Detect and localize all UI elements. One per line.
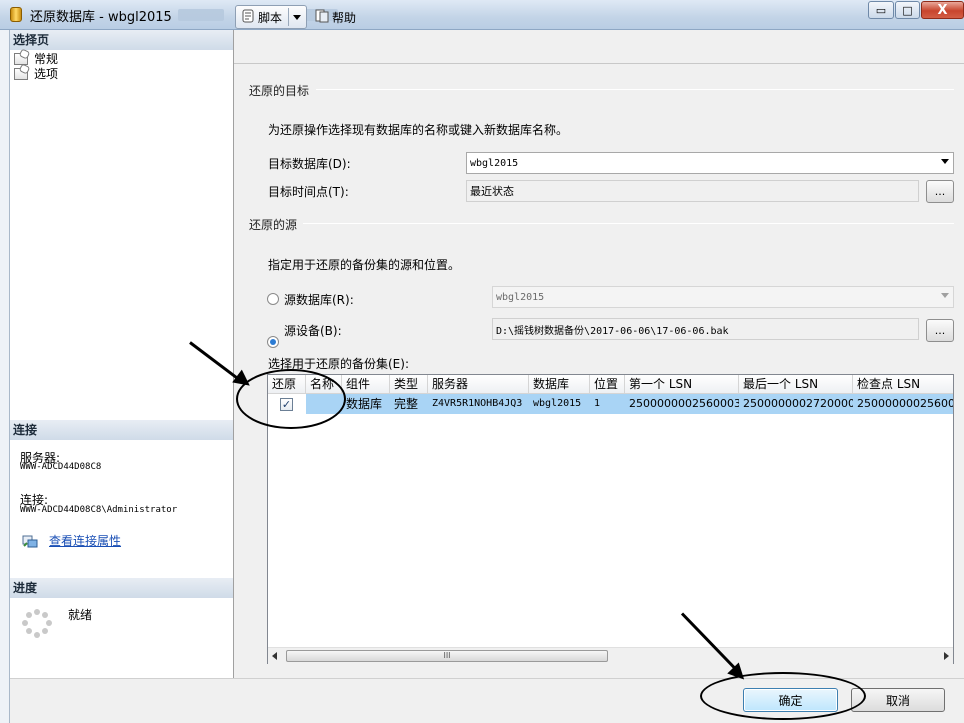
- divider: [303, 223, 954, 224]
- restore-target-title: 还原的目标: [249, 84, 310, 98]
- page-icon: [14, 52, 28, 65]
- toolbar: [234, 30, 964, 64]
- column-header-last-lsn[interactable]: 最后一个 LSN: [739, 375, 853, 394]
- column-header-database[interactable]: 数据库: [529, 375, 590, 394]
- cell-database: wbgl2015: [529, 394, 590, 414]
- source-database-radio[interactable]: [267, 293, 279, 305]
- source-device-value: D:\摇钱树数据备份\2017-06-06\17-06-06.bak: [496, 325, 729, 337]
- source-device-browse-button[interactable]: ...: [926, 319, 954, 342]
- cell-checkpoint-lsn: 25000000025600038: [853, 394, 953, 414]
- cell-type: 完整: [390, 394, 428, 414]
- source-database-value: wbgl2015: [496, 291, 545, 303]
- divider: [316, 89, 954, 90]
- target-database-value: wbgl2015: [470, 157, 519, 169]
- script-button[interactable]: 脚本: [235, 5, 307, 29]
- window-title: 还原数据库 - wbgl2015: [30, 10, 172, 25]
- source-device-radio[interactable]: [267, 336, 279, 348]
- help-label: 帮助: [332, 10, 357, 25]
- connection-value: WWW-ADCD44D08C8\Administrator: [20, 505, 178, 515]
- cell-last-lsn: 25000000027200001: [739, 394, 853, 414]
- minimize-icon: ▭: [875, 3, 887, 17]
- target-time-browse-button[interactable]: ...: [926, 180, 954, 203]
- source-device-label: 源设备(B):: [284, 324, 342, 338]
- cell-component: 数据库: [342, 394, 390, 414]
- help-icon: [314, 9, 330, 26]
- scroll-thumb[interactable]: III: [286, 650, 608, 662]
- column-header-server[interactable]: 服务器: [428, 375, 529, 394]
- column-header-type[interactable]: 类型: [390, 375, 428, 394]
- progress-header: 进度: [10, 578, 233, 598]
- page-label: 选项: [34, 67, 59, 81]
- target-time-value: 最近状态: [470, 185, 514, 198]
- chevron-down-icon[interactable]: [293, 14, 302, 20]
- chevron-down-icon: [941, 159, 949, 164]
- server-value: WWW-ADCD44D08C8: [20, 462, 102, 472]
- column-header-first-lsn[interactable]: 第一个 LSN: [625, 375, 739, 394]
- progress-status: 就绪: [68, 608, 93, 622]
- target-database-label: 目标数据库(D):: [268, 157, 351, 171]
- help-button[interactable]: 帮助: [310, 5, 360, 29]
- target-time-field: 最近状态: [466, 180, 919, 202]
- script-icon: [240, 9, 256, 26]
- script-label: 脚本: [258, 10, 283, 25]
- window-border: [0, 30, 10, 723]
- column-header-position[interactable]: 位置: [590, 375, 625, 394]
- maximize-button[interactable]: □: [895, 1, 920, 19]
- source-database-label: 源数据库(R):: [284, 293, 354, 307]
- page-icon: [14, 67, 28, 80]
- connection-properties-icon: [22, 534, 38, 548]
- close-button[interactable]: X: [921, 1, 964, 19]
- backup-sets-grid[interactable]: 还原 名称 组件 类型 服务器 数据库 位置 第一个 LSN 最后一个 LSN …: [267, 374, 954, 664]
- database-icon: [10, 7, 22, 22]
- view-connection-properties-link[interactable]: 查看连接属性: [49, 532, 121, 549]
- highlight-ellipse: [700, 672, 866, 720]
- cell-server: Z4VR5R1NOHB4JQ3: [428, 394, 529, 414]
- restore-target-description: 为还原操作选择现有数据库的名称或键入新数据库名称。: [268, 123, 569, 137]
- cell-first-lsn: 25000000025600038: [625, 394, 739, 414]
- blurred-tab: [178, 9, 224, 21]
- horizontal-scrollbar[interactable]: III: [268, 647, 953, 664]
- maximize-icon: □: [902, 3, 913, 17]
- restore-source-title: 还原的源: [249, 218, 298, 232]
- connection-header: 连接: [10, 420, 233, 440]
- close-icon: X: [937, 2, 948, 18]
- column-header-component[interactable]: 组件: [342, 375, 390, 394]
- progress-spinner-icon: [22, 609, 52, 639]
- select-page-header: 选择页: [10, 30, 233, 50]
- cell-position: 1: [590, 394, 625, 414]
- restore-source-description: 指定用于还原的备份集的源和位置。: [268, 258, 461, 272]
- target-time-label: 目标时间点(T):: [268, 185, 349, 199]
- chevron-down-icon: [941, 293, 949, 298]
- scroll-right-icon[interactable]: [944, 652, 949, 660]
- left-pane: 选择页 常规 选项 连接 服务器: WWW-ADCD44D08C8 连接: WW…: [10, 30, 234, 678]
- column-header-checkpoint-lsn[interactable]: 检查点 LSN: [853, 375, 953, 394]
- minimize-button[interactable]: ▭: [868, 1, 894, 19]
- source-database-combo[interactable]: wbgl2015: [492, 286, 954, 308]
- page-item-general[interactable]: 常规: [10, 51, 233, 66]
- page-item-options[interactable]: 选项: [10, 66, 233, 81]
- source-device-field: D:\摇钱树数据备份\2017-06-06\17-06-06.bak: [492, 318, 919, 340]
- target-database-combo[interactable]: wbgl2015: [466, 152, 954, 174]
- scroll-left-icon[interactable]: [272, 652, 277, 660]
